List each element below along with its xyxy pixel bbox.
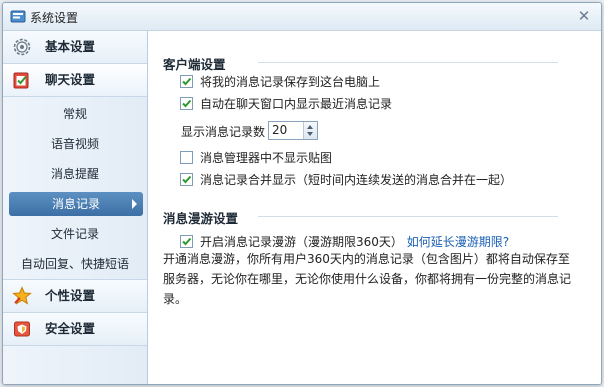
category-label: 聊天设置	[45, 72, 96, 87]
save-local-option[interactable]: 将我的消息记录保存到这台电脑上	[180, 73, 380, 91]
arrow-up-icon[interactable]	[307, 125, 313, 129]
hide-stickers-option[interactable]: 消息管理器中不显示贴图	[180, 149, 332, 167]
section-title-client: 客户端设置	[163, 57, 226, 72]
section-divider	[258, 216, 558, 217]
save-local-checkbox[interactable]	[180, 75, 193, 88]
section-title-roaming: 消息漫游设置	[163, 211, 239, 226]
sidebar-item-file-history[interactable]: 文件记录	[3, 219, 147, 249]
app-icon	[10, 10, 26, 23]
sidebar-item-notifications[interactable]: 消息提醒	[3, 159, 147, 189]
roaming-checkbox[interactable]	[180, 235, 193, 248]
category-personal[interactable]: 个性设置	[3, 279, 147, 313]
title-bar: 系统设置 ✕	[3, 3, 601, 31]
record-count-stepper[interactable]: 20	[268, 121, 318, 140]
settings-window: 系统设置 ✕ 基本设置 聊天设置 常规 语音视频 消息提醒 消息记录 文件记录	[2, 2, 602, 385]
chevron-right-icon	[132, 199, 137, 209]
sidebar-item-general[interactable]: 常规	[3, 99, 147, 129]
category-label: 基本设置	[45, 39, 96, 54]
auto-show-checkbox[interactable]	[180, 97, 193, 110]
chat-subitems: 常规 语音视频 消息提醒 消息记录 文件记录 自动回复、快捷短语	[3, 97, 147, 279]
content-panel: 客户端设置 将我的消息记录保存到这台电脑上 自动在聊天窗口内显示最近消息记录 显…	[148, 31, 601, 384]
gear-icon	[13, 38, 31, 56]
category-basic[interactable]: 基本设置	[3, 31, 147, 64]
category-label: 个性设置	[45, 288, 96, 303]
section-divider	[258, 62, 558, 63]
sidebar-item-voice-video[interactable]: 语音视频	[3, 129, 147, 159]
merge-checkbox[interactable]	[180, 173, 193, 186]
record-count-label: 显示消息记录数	[181, 125, 266, 139]
stepper-buttons[interactable]	[303, 122, 317, 139]
chat-checklist-icon	[13, 72, 29, 89]
auto-show-option[interactable]: 自动在聊天窗口内显示最近消息记录	[180, 95, 392, 113]
hide-stickers-checkbox[interactable]	[180, 151, 193, 164]
star-icon	[12, 286, 32, 305]
sidebar-item-auto-reply[interactable]: 自动回复、快捷短语	[3, 249, 147, 279]
category-security[interactable]: 安全设置	[3, 313, 147, 346]
roaming-description: 开通消息漫游，你所有用户360天内的消息记录（包含图片）都将自动保存至服务器，无…	[163, 252, 572, 306]
record-count-value[interactable]: 20	[272, 123, 287, 138]
arrow-down-icon[interactable]	[307, 132, 313, 136]
window-title: 系统设置	[30, 11, 79, 25]
close-icon[interactable]: ✕	[575, 7, 593, 25]
shield-icon	[14, 321, 30, 337]
category-chat[interactable]: 聊天设置	[3, 64, 147, 97]
category-label: 安全设置	[45, 321, 96, 336]
merge-option[interactable]: 消息记录合并显示（短时间内连续发送的消息合并在一起）	[180, 171, 512, 189]
sidebar-item-message-history[interactable]: 消息记录	[9, 192, 143, 216]
sidebar: 基本设置 聊天设置 常规 语音视频 消息提醒 消息记录 文件记录 自动回复、快捷…	[3, 31, 148, 384]
extend-roaming-link[interactable]: 如何延长漫游期限?	[407, 235, 509, 249]
